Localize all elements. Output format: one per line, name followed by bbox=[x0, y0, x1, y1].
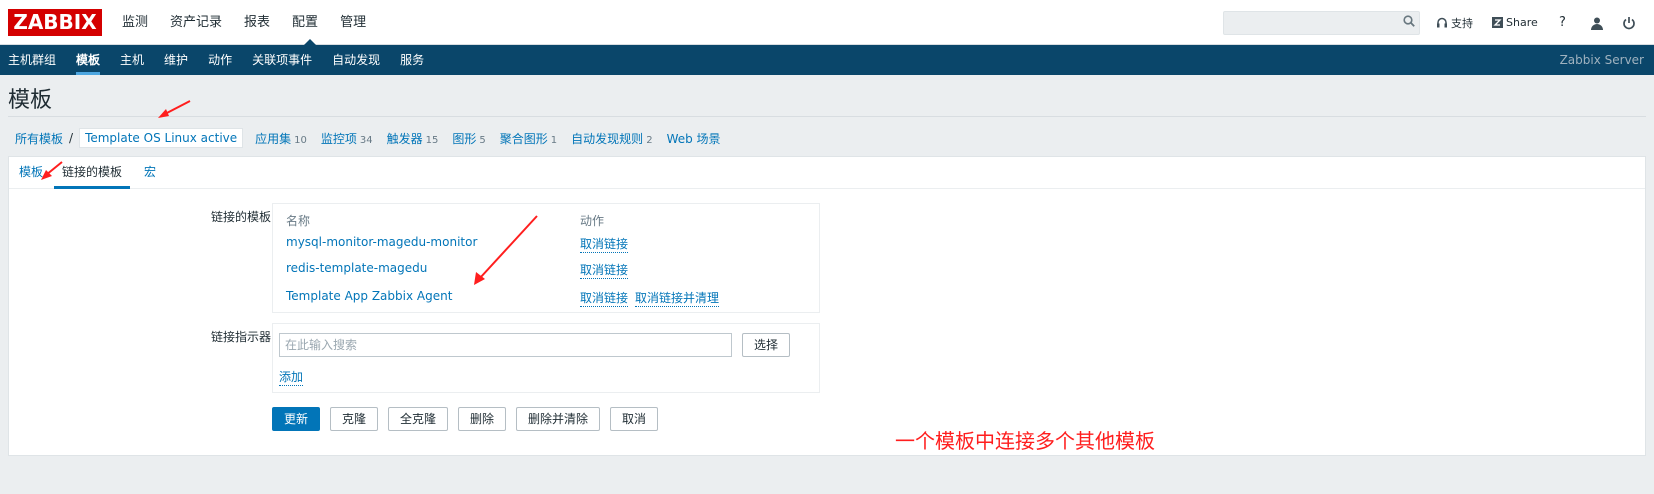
unlink-button[interactable]: 取消链接 bbox=[580, 261, 629, 279]
main-nav-configuration[interactable]: 配置 bbox=[292, 0, 328, 46]
share-label: Share bbox=[1506, 16, 1538, 29]
main-nav-administration[interactable]: 管理 bbox=[340, 0, 376, 45]
items-count: 34 bbox=[359, 134, 373, 146]
full-clone-button[interactable]: 全克隆 bbox=[388, 407, 448, 431]
tab-linked-templates[interactable]: 链接的模板 bbox=[54, 157, 131, 189]
breadcrumb-graphs[interactable]: 图形 bbox=[452, 132, 476, 146]
logout-button[interactable] bbox=[1622, 0, 1636, 45]
breadcrumb-all-templates[interactable]: 所有模板 bbox=[15, 130, 63, 147]
select-button[interactable]: 选择 bbox=[742, 333, 790, 357]
support-label: 支持 bbox=[1451, 16, 1473, 30]
triggers-count: 15 bbox=[425, 134, 439, 146]
sub-nav-maintenance[interactable]: 维护 bbox=[164, 45, 188, 75]
breadcrumb-discovery-rules[interactable]: 自动发现规则 bbox=[571, 132, 643, 146]
discovery-rules-count: 2 bbox=[646, 134, 653, 146]
form-tabs: 模板 链接的模板 宏 bbox=[9, 157, 1645, 189]
title-divider bbox=[8, 116, 1646, 117]
template-search-input[interactable]: 在此输入搜索 bbox=[279, 333, 732, 357]
global-search-input[interactable] bbox=[1223, 11, 1420, 35]
main-nav: 监测 资产记录 报表 配置 管理 bbox=[122, 0, 388, 46]
share-z-icon bbox=[1492, 17, 1503, 28]
unlink-button[interactable]: 取消链接 bbox=[580, 289, 629, 307]
breadcrumb-separator: / bbox=[69, 131, 74, 145]
search-icon[interactable] bbox=[1403, 15, 1415, 27]
main-nav-monitoring[interactable]: 监测 bbox=[122, 0, 158, 45]
breadcrumb-items[interactable]: 监控项 bbox=[321, 132, 357, 146]
sub-nav-bar: 主机群组 模板 主机 维护 动作 关联项事件 自动发现 服务 Zabbix Se… bbox=[0, 45, 1654, 75]
linked-templates-table: 名称 动作 mysql-monitor-magedu-monitor 取消链接 … bbox=[272, 203, 820, 313]
delete-button[interactable]: 删除 bbox=[458, 407, 506, 431]
breadcrumb-web-scenarios[interactable]: Web 场景 bbox=[667, 132, 721, 146]
page-title: 模板 bbox=[8, 88, 53, 113]
annotation-text: 一个模板中连接多个其他模板 bbox=[895, 429, 1155, 453]
screens-count: 1 bbox=[550, 134, 558, 146]
sub-nav-hosts[interactable]: 主机 bbox=[120, 45, 144, 75]
sub-nav-services[interactable]: 服务 bbox=[400, 45, 424, 75]
update-button[interactable]: 更新 bbox=[272, 407, 320, 431]
sub-nav-event-correlation[interactable]: 关联项事件 bbox=[252, 45, 312, 75]
sub-nav-host-groups[interactable]: 主机群组 bbox=[8, 45, 56, 75]
link-indicator-box: 在此输入搜索 选择 添加 bbox=[272, 323, 820, 393]
power-icon bbox=[1623, 16, 1635, 29]
user-icon bbox=[1591, 17, 1603, 30]
sub-nav-actions[interactable]: 动作 bbox=[208, 45, 232, 75]
linked-template-name[interactable]: redis-template-magedu bbox=[286, 261, 427, 275]
profile-button[interactable] bbox=[1590, 0, 1604, 45]
main-nav-reports[interactable]: 报表 bbox=[244, 0, 280, 45]
tab-macros[interactable]: 宏 bbox=[144, 157, 156, 189]
linked-template-name[interactable]: Template App Zabbix Agent bbox=[286, 289, 452, 303]
breadcrumb-triggers[interactable]: 触发器 bbox=[387, 132, 423, 146]
col-action-header: 动作 bbox=[580, 214, 605, 228]
delete-and-clear-button[interactable]: 删除并清除 bbox=[516, 407, 600, 431]
template-form-card: 模板 链接的模板 宏 链接的模板 名称 动作 mysql-monitor-mag… bbox=[8, 156, 1646, 456]
unlink-button[interactable]: 取消链接 bbox=[580, 235, 629, 253]
graphs-count: 5 bbox=[479, 134, 486, 146]
link-indicator-label: 链接指示器 bbox=[210, 330, 271, 344]
support-link[interactable]: 支持 bbox=[1436, 0, 1473, 45]
applications-count: 10 bbox=[294, 134, 307, 146]
sub-nav-discovery[interactable]: 自动发现 bbox=[332, 45, 380, 75]
sub-nav: 主机群组 模板 主机 维护 动作 关联项事件 自动发现 服务 bbox=[8, 45, 444, 75]
breadcrumb-applications[interactable]: 应用集 bbox=[255, 132, 291, 146]
sub-nav-templates[interactable]: 模板 bbox=[76, 45, 101, 75]
linked-template-name[interactable]: mysql-monitor-magedu-monitor bbox=[286, 235, 477, 249]
share-link[interactable]: Share bbox=[1492, 0, 1538, 45]
zabbix-logo[interactable]: ZABBIX bbox=[8, 9, 102, 36]
col-name-header: 名称 bbox=[286, 214, 311, 228]
headset-icon bbox=[1437, 17, 1447, 27]
linked-templates-label: 链接的模板 bbox=[210, 210, 271, 224]
breadcrumb-current-template[interactable]: Template OS Linux active bbox=[79, 128, 244, 148]
unlink-and-clear-button[interactable]: 取消链接并清理 bbox=[635, 289, 720, 307]
clone-button[interactable]: 克隆 bbox=[330, 407, 378, 431]
help-button[interactable]: ? bbox=[1559, 0, 1566, 45]
add-link[interactable]: 添加 bbox=[279, 368, 304, 386]
breadcrumb-screens[interactable]: 聚合图形 bbox=[500, 132, 548, 146]
breadcrumb: 所有模板 / Template OS Linux active 应用集 10 监控… bbox=[15, 127, 738, 149]
main-nav-inventory[interactable]: 资产记录 bbox=[170, 0, 232, 45]
top-bar: ZABBIX 监测 资产记录 报表 配置 管理 支持 Share ? bbox=[0, 0, 1654, 46]
cancel-button[interactable]: 取消 bbox=[610, 407, 658, 431]
tab-template[interactable]: 模板 bbox=[19, 157, 43, 189]
server-name: Zabbix Server bbox=[1559, 53, 1644, 67]
